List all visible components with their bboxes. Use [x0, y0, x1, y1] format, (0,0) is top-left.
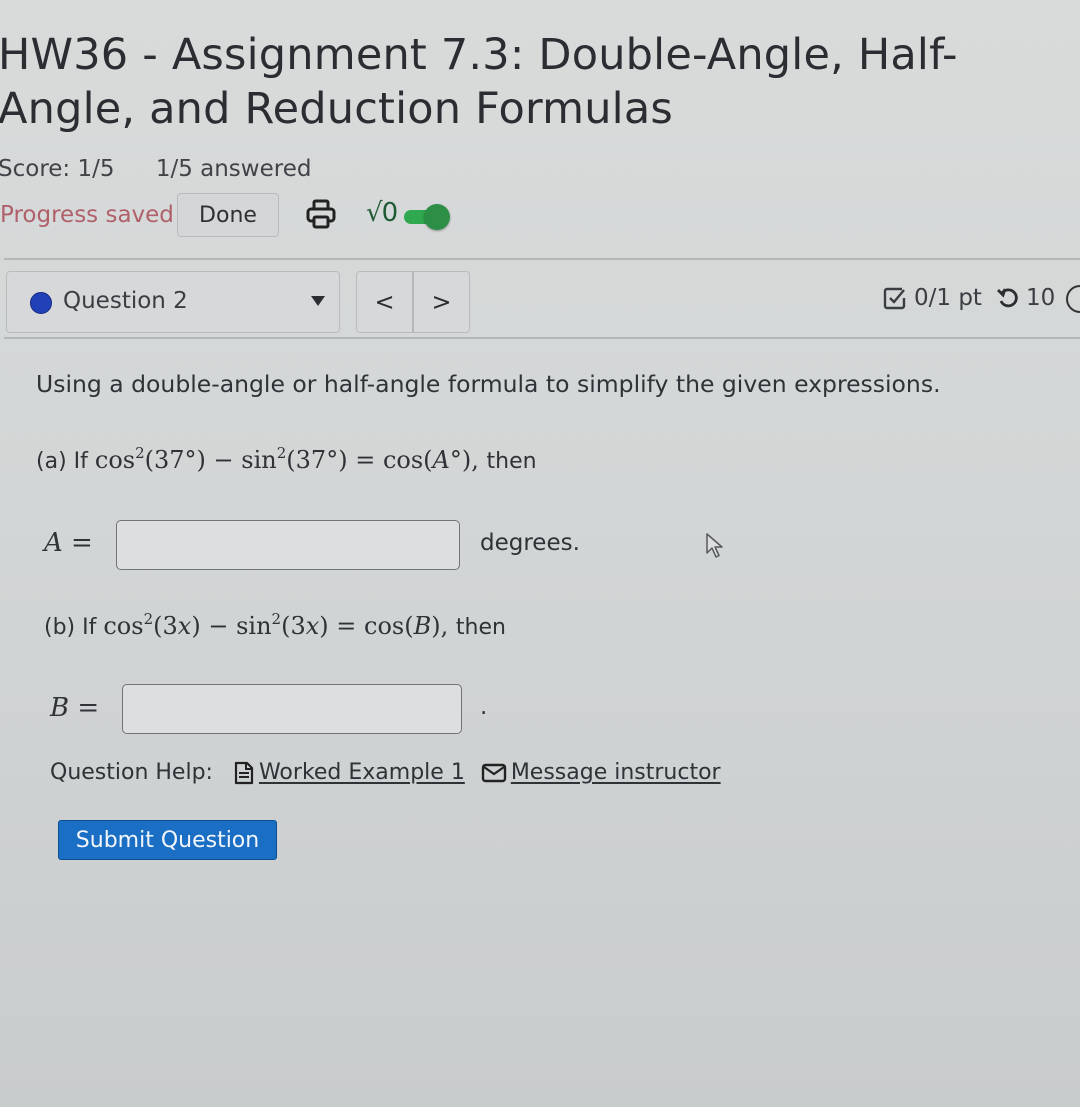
math-format-toggle[interactable] — [402, 204, 450, 230]
answered-count: 1/5 answered — [155, 156, 312, 182]
question-help-label: Question Help: — [50, 760, 213, 785]
part-a-variable-label: A = — [44, 528, 93, 558]
retry-icon — [996, 286, 1020, 310]
question-select[interactable]: Question 2 — [6, 271, 340, 333]
answer-b-input[interactable] — [122, 684, 462, 734]
submit-question-button[interactable]: Submit Question — [58, 820, 277, 860]
part-b-statement: (b) If cos2(3x) − sin2(3x) = cos(B), the… — [44, 610, 506, 641]
toggle-knob — [424, 204, 450, 230]
info-icon[interactable] — [1066, 285, 1080, 313]
message-instructor-link[interactable]: Message instructor — [481, 760, 721, 785]
divider-bottom — [4, 337, 1080, 339]
checkbox-check-icon — [882, 285, 908, 311]
question-select-label: Question 2 — [63, 288, 188, 314]
answer-a-input[interactable] — [116, 520, 460, 570]
question-meta: 0/1 pt 10 — [882, 285, 1055, 311]
mail-icon — [481, 763, 507, 782]
part-b-expression: cos2(3x) − sin2(3x) = cos(B), — [103, 610, 449, 641]
caret-down-icon — [311, 296, 325, 306]
divider-top — [4, 258, 1080, 260]
mouse-cursor-icon — [705, 532, 727, 560]
score-text: Score: 1/5 — [0, 156, 115, 182]
question-prompt: Using a double-angle or half-angle formu… — [36, 370, 941, 398]
part-b-variable-label: B = — [50, 693, 100, 723]
worked-example-link[interactable]: Worked Example 1 — [233, 760, 465, 785]
part-a-expression: cos2(37°) − sin2(37°) = cos(A°), — [94, 444, 479, 475]
part-b-unit: . — [480, 694, 488, 720]
previous-question-button[interactable]: < — [357, 272, 412, 332]
score-summary: Score: 1/5 1/5 answered — [0, 156, 345, 182]
question-help: Question Help: Worked Example 1 Message … — [50, 760, 721, 785]
part-a-statement: (a) If cos2(37°) − sin2(37°) = cos(A°), … — [36, 444, 537, 475]
next-question-button[interactable]: > — [412, 272, 469, 332]
printer-icon[interactable] — [305, 198, 337, 230]
attempts-count: 10 — [1025, 285, 1056, 311]
points-text: 0/1 pt — [914, 285, 982, 311]
part-a-unit: degrees. — [480, 530, 580, 556]
progress-status: Progress saved — [0, 202, 174, 228]
assignment-title: HW36 - Assignment 7.3: Double-Angle, Hal… — [0, 30, 958, 134]
document-icon — [234, 761, 254, 784]
done-button[interactable]: Done — [177, 193, 279, 237]
question-nav-group: < > — [356, 271, 470, 333]
question-status-dot — [30, 292, 52, 314]
math-format-icon: √0 — [366, 198, 398, 228]
